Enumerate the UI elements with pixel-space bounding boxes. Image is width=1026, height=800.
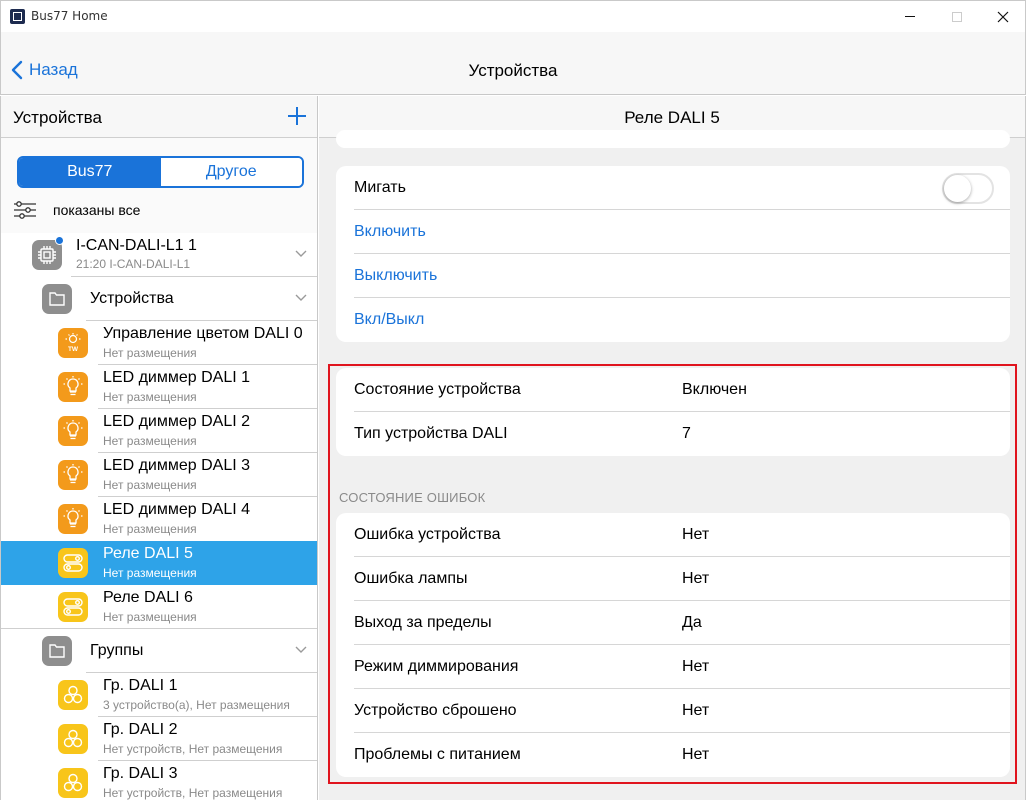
status-dot	[55, 236, 64, 245]
tree-item-title: Устройства	[90, 290, 174, 307]
tree-item-subtitle: Нет устройств, Нет размещения	[103, 742, 283, 756]
tree-item-led-dimmer-dali-1[interactable]: LED диммер DALI 1 Нет размещения	[1, 365, 317, 409]
bulb-icon	[58, 460, 88, 490]
tree-item-subtitle: Нет размещения	[103, 390, 197, 404]
tree-item-title: Гр. DALI 2	[103, 721, 178, 738]
tree-item-led-dimmer-dali-2[interactable]: LED диммер DALI 2 Нет размещения	[1, 409, 317, 453]
segment-bus77[interactable]: Bus77	[19, 158, 161, 186]
tree-item-title: Управление цветом DALI 0	[103, 325, 303, 342]
tree-item-subtitle: 21:20 I-CAN-DALI-L1	[76, 257, 191, 271]
group-circles-icon	[58, 724, 88, 754]
blink-label: Мигать	[354, 179, 406, 196]
tree-item-title: Группы	[90, 642, 144, 659]
segment-other[interactable]: Другое	[160, 158, 302, 186]
detail-pane: Реле DALI 5 Мигать Включить Выключить Вк…	[319, 96, 1026, 800]
sidebar-title: Устройства	[13, 108, 102, 127]
tree-item-subtitle: Нет размещения	[103, 566, 197, 580]
toggle-on-off-button[interactable]: Вкл/Выкл	[354, 311, 424, 329]
maximize-icon	[952, 11, 962, 22]
group-circles-icon	[58, 768, 88, 798]
tree-item-subtitle: Нет размещения	[103, 610, 197, 624]
minimize-icon	[905, 16, 915, 17]
chevron-down-icon[interactable]	[295, 646, 307, 654]
tree-item-color-control-dali-0[interactable]: TW Управление цветом DALI 0 Нет размещен…	[1, 321, 317, 365]
app-icon	[10, 9, 25, 24]
close-icon	[997, 11, 1009, 22]
toggle-knob	[944, 175, 971, 202]
close-button[interactable]	[980, 1, 1026, 32]
filter-label: показаны все	[53, 202, 141, 218]
maximize-button[interactable]	[934, 1, 980, 32]
bulb-icon	[58, 416, 88, 446]
turn-on-row[interactable]: Включить	[336, 210, 1010, 254]
source-segmented-control: Bus77 Другое	[17, 156, 304, 188]
filter-button[interactable]: показаны все	[13, 200, 140, 220]
folder-icon	[42, 636, 72, 666]
window-title-bar: Bus77 Home	[0, 0, 1026, 32]
turn-off-button[interactable]: Выключить	[354, 267, 437, 285]
tree-item-group-dali-3[interactable]: Гр. DALI 3 Нет устройств, Нет размещения	[1, 761, 317, 800]
tree-item-controller[interactable]: I-CAN-DALI-L1 1 21:20 I-CAN-DALI-L1	[1, 233, 317, 277]
relay-switch-icon	[58, 548, 88, 578]
turn-off-row[interactable]: Выключить	[336, 254, 1010, 298]
tree-item-group-dali-1[interactable]: Гр. DALI 1 3 устройство(а), Нет размещен…	[1, 673, 317, 717]
tree-item-subtitle: Нет размещения	[103, 346, 197, 360]
tree-item-subtitle: Нет размещения	[103, 478, 197, 492]
folder-icon	[42, 284, 72, 314]
turn-on-button[interactable]: Включить	[354, 223, 426, 241]
tree-item-subtitle: Нет размещения	[103, 522, 197, 536]
tree-item-subtitle: Нет устройств, Нет размещения	[103, 786, 283, 800]
tree-item-title: Реле DALI 5	[103, 545, 193, 562]
tree-item-title: I-CAN-DALI-L1 1	[76, 237, 197, 254]
relay-switch-icon	[58, 592, 88, 622]
tree-item-title: Реле DALI 6	[103, 589, 193, 606]
bulb-icon	[58, 372, 88, 402]
actions-card: Мигать Включить Выключить Вкл/Выкл	[336, 166, 1010, 342]
group-circles-icon	[58, 680, 88, 710]
tw-badge: TW	[68, 346, 79, 353]
minimize-button[interactable]	[887, 1, 933, 32]
sidebar-header: Устройства	[1, 96, 317, 138]
tree-item-title: LED диммер DALI 2	[103, 413, 250, 430]
scrolled-card	[336, 130, 1010, 148]
tree-folder-devices[interactable]: Устройства	[1, 277, 317, 321]
highlight-annotation-box	[328, 364, 1017, 784]
tree-item-subtitle: Нет размещения	[103, 434, 197, 448]
bulb-icon	[58, 504, 88, 534]
window-title: Bus77 Home	[31, 9, 108, 23]
chevron-down-icon[interactable]	[295, 294, 307, 302]
tree-item-group-dali-2[interactable]: Гр. DALI 2 Нет устройств, Нет размещения	[1, 717, 317, 761]
tree-item-led-dimmer-dali-3[interactable]: LED диммер DALI 3 Нет размещения	[1, 453, 317, 497]
sidebar: Устройства Bus77 Другое показаны все I-C…	[0, 96, 318, 800]
tree-item-title: Гр. DALI 3	[103, 765, 178, 782]
tree-folder-groups[interactable]: Группы	[1, 629, 317, 673]
nav-bar: Назад Устройства	[0, 32, 1026, 95]
nav-title: Устройства	[468, 61, 558, 80]
tree-item-led-dimmer-dali-4[interactable]: LED диммер DALI 4 Нет размещения	[1, 497, 317, 541]
tree-item-title: LED диммер DALI 1	[103, 369, 250, 386]
blink-toggle[interactable]	[942, 173, 994, 204]
tree-item-title: LED диммер DALI 4	[103, 501, 250, 518]
bulb-tw-icon: TW	[58, 328, 88, 358]
add-icon[interactable]	[287, 106, 307, 126]
tree-item-title: LED диммер DALI 3	[103, 457, 250, 474]
tree-item-title: Гр. DALI 1	[103, 677, 178, 694]
blink-row: Мигать	[336, 166, 1010, 210]
toggle-row[interactable]: Вкл/Выкл	[336, 298, 1010, 342]
tree-item-relay-dali-5[interactable]: Реле DALI 5 Нет размещения	[1, 541, 317, 585]
tree-item-subtitle: 3 устройство(а), Нет размещения	[103, 698, 290, 712]
tree-item-relay-dali-6[interactable]: Реле DALI 6 Нет размещения	[1, 585, 317, 629]
filter-sliders-icon	[14, 201, 36, 219]
chevron-down-icon[interactable]	[295, 250, 307, 258]
